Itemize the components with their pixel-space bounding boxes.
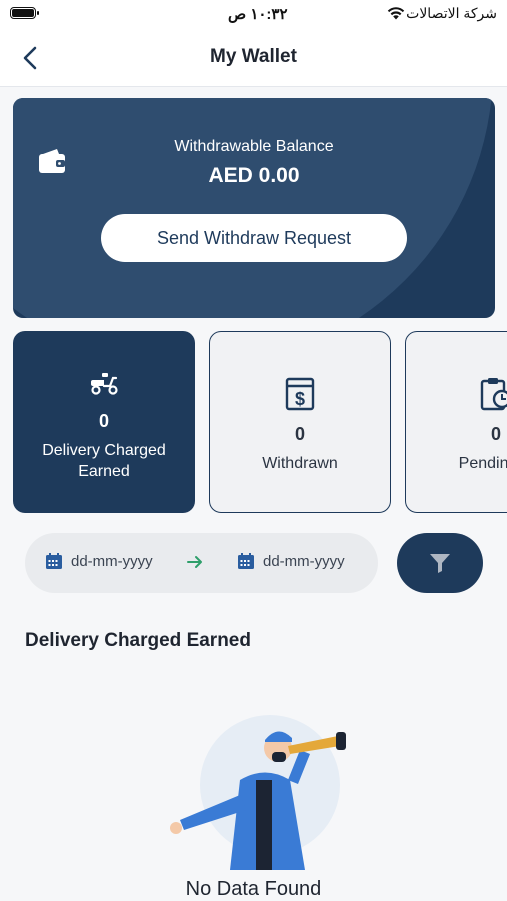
page-title: My Wallet xyxy=(210,46,297,67)
wifi-icon xyxy=(387,7,405,20)
clipboard-clock-icon xyxy=(480,376,507,412)
stat-value: 0 xyxy=(490,424,501,444)
empty-state-text: No Data Found xyxy=(185,878,322,900)
scooter-icon xyxy=(89,369,119,399)
receipt-dollar-icon: $ xyxy=(285,376,315,412)
stats-carousel[interactable]: 0 Delivery Charged Earned $ 0 Withdrawn xyxy=(0,330,507,516)
calendar-icon xyxy=(238,553,254,569)
balance-label: Withdrawable Balance xyxy=(174,138,334,155)
stat-value: 0 xyxy=(98,411,109,431)
stat-label: Withdrawn xyxy=(220,453,380,474)
to-date-field[interactable]: dd-mm-yyyy xyxy=(237,552,345,570)
empty-state-illustration xyxy=(170,715,346,870)
card-decoration xyxy=(13,98,493,318)
stat-label: Delivery Charged Earned xyxy=(24,440,184,482)
status-bar: ١٠:٣٢ ص شركة الاتصالات xyxy=(0,0,507,30)
from-date-placeholder: dd-mm-yyyy xyxy=(71,552,153,570)
carrier-name: شركة الاتصالات xyxy=(406,5,497,21)
stat-value: 0 xyxy=(294,424,305,444)
stat-card-delivery-charged[interactable]: 0 Delivery Charged Earned xyxy=(13,331,195,513)
svg-text:$: $ xyxy=(295,389,305,409)
battery-icon xyxy=(10,7,39,19)
status-time: ١٠:٣٢ ص xyxy=(228,6,288,23)
stat-label: Pending w xyxy=(416,453,507,474)
section-title: Delivery Charged Earned xyxy=(25,630,251,651)
filter-button[interactable] xyxy=(397,533,483,593)
top-nav-bar: My Wallet xyxy=(0,30,507,87)
date-range-picker: dd-mm-yyyy dd-mm-yyyy xyxy=(25,533,378,593)
filter-icon xyxy=(430,554,450,573)
balance-card: Withdrawable Balance AED 0.00 Send Withd… xyxy=(13,98,495,318)
stat-card-withdrawn[interactable]: $ 0 Withdrawn xyxy=(209,331,391,513)
balance-value: AED 0.00 xyxy=(208,164,300,187)
stat-label-line: Delivery Charged xyxy=(42,442,166,459)
stat-label-line: Earned xyxy=(78,463,130,480)
stat-label-line: Withdrawn xyxy=(262,455,338,472)
to-date-placeholder: dd-mm-yyyy xyxy=(263,552,345,570)
from-date-field[interactable]: dd-mm-yyyy xyxy=(45,552,153,570)
stat-label-line: Pending w xyxy=(458,455,507,472)
arrow-right-icon xyxy=(187,556,202,568)
stat-card-pending[interactable]: 0 Pending w xyxy=(405,331,507,513)
send-withdraw-request-button[interactable]: Send Withdraw Request xyxy=(101,214,407,262)
calendar-icon xyxy=(46,553,62,569)
